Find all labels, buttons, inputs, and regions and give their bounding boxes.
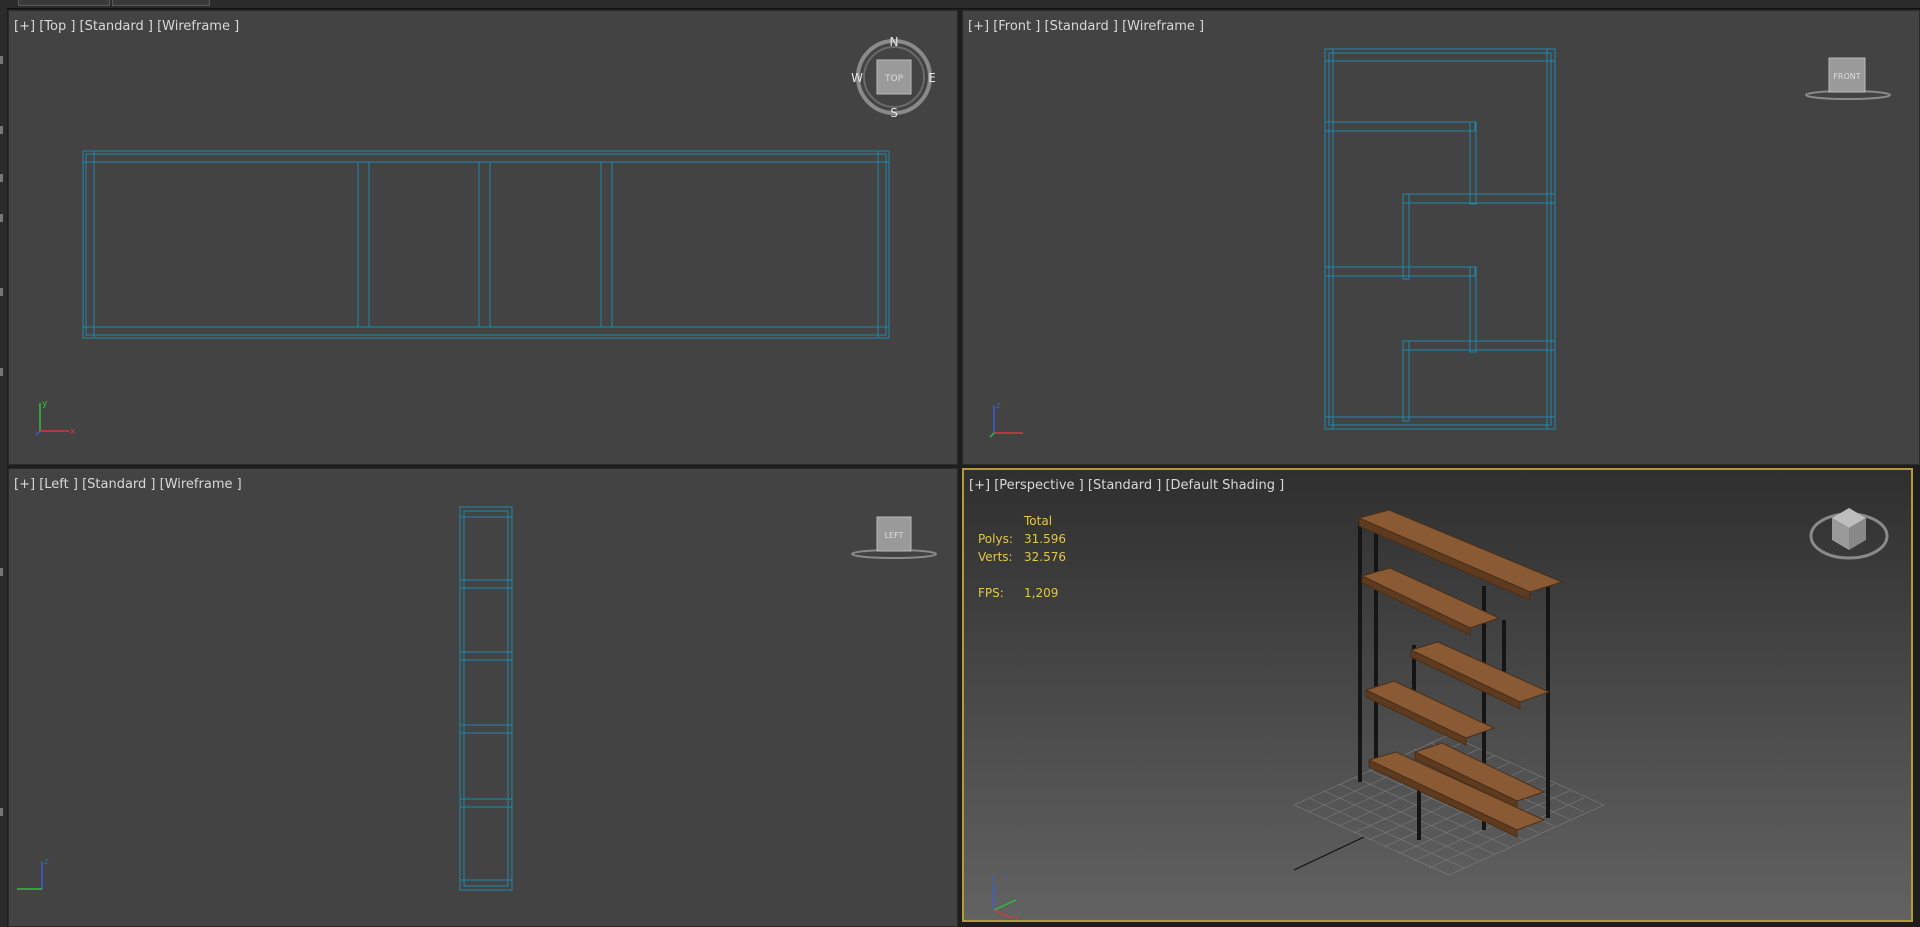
viewcube-compass[interactable]: TOP N S E W [851,35,936,120]
compass-east: E [928,71,936,85]
wooden-shelves [1357,509,1564,838]
viewcube-perspective[interactable] [1809,508,1889,560]
compass-west: W [851,71,863,85]
top-toolbar-strip [0,0,1920,9]
toolbar-tab[interactable] [112,0,210,6]
viewcube-left[interactable]: LEFT [851,516,937,559]
axis-gizmo: y x [35,399,76,437]
svg-text:z: z [991,873,996,883]
axis-gizmo: z [989,401,1023,438]
compass-south: S [890,106,898,120]
toolbar-tab[interactable] [18,0,110,6]
toolbar-marker[interactable] [0,808,3,816]
axis-gizmo: z x [991,873,1020,922]
svg-text:x: x [1014,914,1020,922]
toolbar-marker[interactable] [0,368,3,376]
svg-text:x: x [70,427,76,437]
viewport-perspective[interactable]: [+] [Perspective ] [Standard ] [Default … [962,468,1913,922]
toolbar-marker[interactable] [0,56,3,64]
top-wireframe: TOP N S E W y x [35,35,936,437]
viewcube-face-label: LEFT [885,531,904,540]
viewport-left[interactable]: [+] [Left ] [Standard ] [Wireframe ] LEF… [8,468,958,927]
toolbar-marker[interactable] [0,174,3,182]
toolbar-marker[interactable] [0,288,3,296]
viewcube-face-label: TOP [884,74,904,84]
svg-text:z: z [996,401,1001,411]
toolbar-marker[interactable] [0,214,3,222]
toolbar-marker[interactable] [0,126,3,134]
axis-gizmo: z [17,857,49,890]
svg-text:z: z [44,857,49,867]
svg-text:y: y [42,399,48,409]
viewcube-face-label: FRONT [1833,72,1860,81]
left-wireframe: LEFT z [17,506,937,891]
left-toolbar-strip [0,8,7,927]
toolbar-marker[interactable] [0,568,3,576]
compass-north: N [890,35,899,49]
viewcube-front[interactable]: FRONT [1805,57,1891,100]
viewport-front[interactable]: [+] [Front ] [Standard ] [Wireframe ] FR… [962,10,1920,465]
perspective-scene: z x [991,508,1889,922]
front-wireframe: FRONT z [989,48,1891,438]
viewport-top[interactable]: [+] [Top ] [Standard ] [Wireframe ] TOP … [8,10,958,465]
